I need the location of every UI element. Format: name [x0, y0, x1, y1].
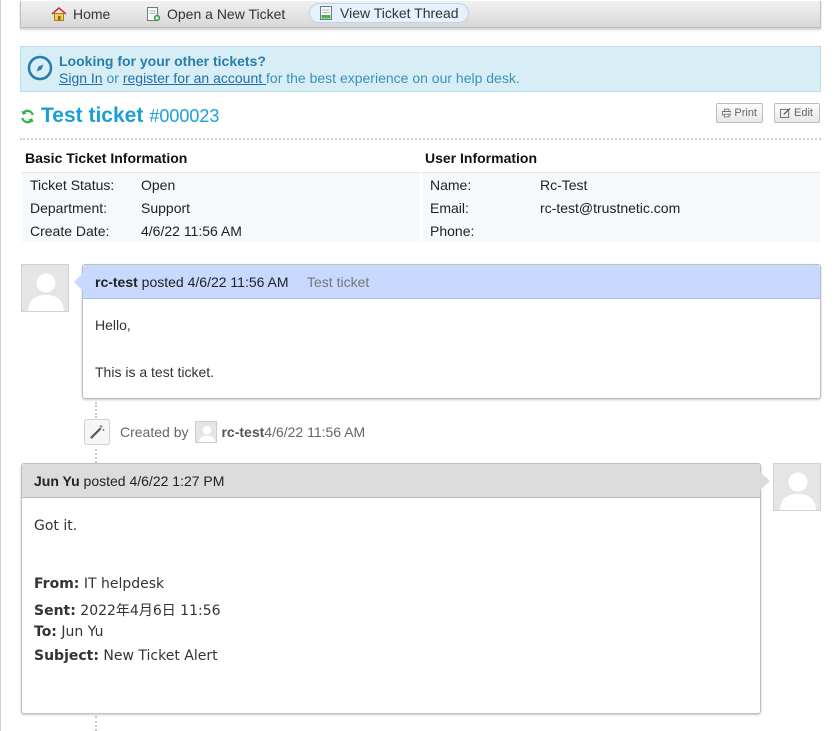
new-ticket-icon — [147, 7, 161, 22]
thread-connector — [95, 402, 97, 418]
email-value: rc-test@trustnetic.com — [540, 200, 681, 216]
email-subject-value: New Ticket Alert — [98, 648, 218, 664]
basic-info-heading: Basic Ticket Information — [25, 150, 188, 166]
department-label: Department: — [30, 200, 108, 216]
nav-home[interactable]: Home — [51, 4, 110, 24]
avatar — [773, 463, 821, 511]
thread-connector — [95, 449, 97, 463]
response-posted: posted 4/6/22 1:27 PM — [79, 473, 225, 489]
edit-button[interactable]: Edit — [774, 103, 820, 123]
user-avatar-icon — [199, 425, 216, 442]
avatar — [21, 264, 69, 312]
message-byline: rc-test posted 4/6/22 11:56 AM — [95, 274, 289, 290]
refresh-icon[interactable] — [20, 109, 35, 124]
other-tickets-banner: Looking for your other tickets? Sign In … — [20, 46, 821, 92]
print-label: Print — [734, 107, 757, 119]
event-created-by: Created by — [120, 424, 189, 440]
response-byline: Jun Yu posted 4/6/22 1:27 PM — [34, 473, 224, 489]
create-date-value: 4/6/22 11:56 AM — [141, 223, 242, 239]
print-icon — [722, 108, 732, 118]
heading-divider — [20, 138, 821, 140]
thread-connector — [95, 716, 97, 731]
email-sent-label: Sent: — [34, 603, 76, 619]
email-subject-line: Subject: New Ticket Alert — [34, 648, 218, 664]
event-user: rc-test — [221, 424, 265, 440]
banner-title: Looking for your other tickets? — [59, 53, 266, 69]
user-avatar-icon — [780, 472, 816, 510]
department-value: Support — [141, 200, 191, 216]
thread-event: Created by rc-test 4/6/22 11:56 AM — [84, 418, 365, 446]
home-icon — [51, 6, 67, 21]
page-left-border — [0, 0, 1, 731]
nav-view-ticket-thread-label: View Ticket Thread — [340, 5, 459, 21]
email-sent-value: 2022年4月6日 11:56 — [75, 603, 221, 619]
response-body: Got it. From: IT helpdesk Sent: 2022年4月6… — [34, 518, 734, 668]
banner-suffix: for the best experience on our help desk… — [266, 70, 520, 86]
register-link[interactable]: register for an account — [123, 70, 266, 86]
thread-response: Jun Yu posted 4/6/22 1:27 PM Got it. Fro… — [21, 463, 770, 714]
sign-in-link[interactable]: Sign In — [59, 70, 103, 86]
edit-label: Edit — [794, 107, 813, 119]
nav-open-new-ticket-label: Open a New Ticket — [167, 6, 286, 22]
name-value: Rc-Test — [540, 177, 588, 193]
nav-home-label: Home — [73, 6, 111, 22]
event-time: 4/6/22 11:56 AM — [264, 424, 366, 440]
user-avatar-icon — [28, 273, 64, 311]
message-posted: posted 4/6/22 11:56 AM — [137, 274, 289, 290]
response-header: Jun Yu posted 4/6/22 1:27 PM — [22, 464, 760, 498]
message-author: rc-test — [95, 274, 138, 290]
user-info-heading: User Information — [425, 150, 538, 166]
email-sent-line: Sent: 2022年4月6日 11:56 — [34, 600, 221, 620]
edit-icon — [780, 108, 791, 118]
event-avatar — [195, 421, 218, 443]
response-pointer — [760, 472, 770, 490]
email-to-value: Jun Yu — [56, 624, 104, 640]
nav-view-ticket-thread[interactable]: View Ticket Thread — [309, 3, 469, 23]
wand-icon — [84, 419, 110, 445]
ticket-number: #000023 — [149, 105, 220, 126]
message-line: Hello, — [95, 317, 131, 333]
message-body: Hello, This is a test ticket. — [95, 317, 214, 380]
name-label: Name: — [430, 177, 472, 193]
email-from-value: IT helpdesk — [79, 576, 165, 592]
email-from-label: From: — [34, 576, 80, 592]
email-to-label: To: — [34, 624, 57, 640]
nav-open-new-ticket[interactable]: Open a New Ticket — [145, 4, 285, 24]
create-date-label: Create Date: — [30, 223, 110, 239]
response-intro: Got it. — [34, 518, 78, 534]
phone-label: Phone: — [430, 223, 475, 239]
email-to-line: To: Jun Yu — [34, 624, 104, 640]
status-value: Open — [141, 177, 176, 193]
ticket-heading: Test ticket #000023 — [20, 102, 219, 130]
print-button[interactable]: Print — [716, 103, 763, 123]
email-subject-label: Subject: — [34, 648, 99, 664]
compass-icon — [27, 55, 53, 81]
banner-or-text: or — [102, 70, 123, 86]
email-from-line: From: IT helpdesk — [34, 576, 164, 592]
thread-message: rc-test posted 4/6/22 11:56 AM Test tick… — [74, 264, 821, 399]
ticket-title[interactable]: Test ticket — [41, 104, 143, 128]
user-info-table: Name: Rc-Test Email: rc-test@trustnetic.… — [422, 172, 820, 242]
top-nav: Home Open a New Ticket View Ticket Threa… — [20, 1, 821, 28]
email-label: Email: — [430, 200, 469, 216]
status-label: Ticket Status: — [30, 177, 115, 193]
basic-info-table: Ticket Status: Open Department: Support … — [22, 172, 420, 242]
banner-text: Sign In or register for an account for t… — [59, 70, 520, 86]
message-pointer — [74, 273, 83, 291]
message-header: rc-test posted 4/6/22 11:56 AM Test tick… — [83, 265, 820, 299]
message-line: This is a test ticket. — [95, 364, 215, 380]
response-author: Jun Yu — [34, 473, 80, 489]
message-subject: Test ticket — [307, 274, 370, 290]
ticket-thread-icon — [320, 6, 332, 20]
